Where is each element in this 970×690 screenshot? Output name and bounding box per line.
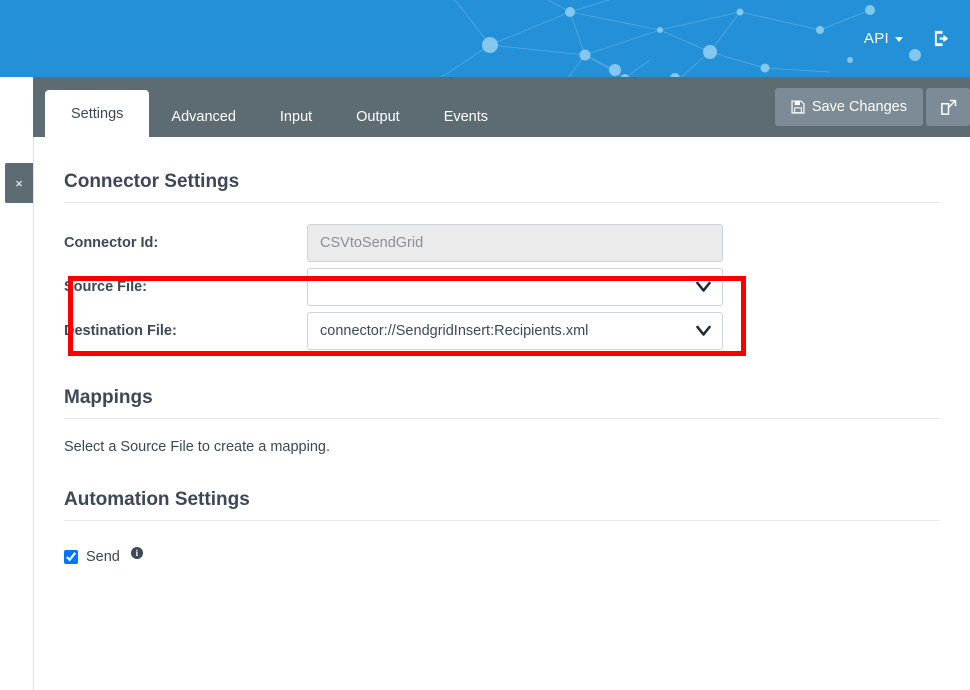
source-file-select[interactable] — [307, 268, 723, 306]
connector-id-label: Connector Id: — [64, 235, 159, 251]
destination-file-select[interactable] — [307, 312, 723, 350]
tab-settings-label: Settings — [71, 105, 124, 122]
tab-strip: Settings Advanced Input Output Events Sa… — [33, 77, 970, 137]
mappings-empty-text: Select a Source File to create a mapping… — [64, 439, 330, 455]
destination-file-field-wrap[interactable] — [307, 312, 723, 350]
tab-events-label: Events — [443, 108, 489, 125]
connector-settings-heading: Connector Settings — [64, 171, 240, 192]
automation-send-row: Send i — [64, 547, 940, 566]
tab-events[interactable]: Events — [422, 96, 510, 137]
form-row-connector-id: Connector Id: — [64, 221, 940, 265]
app-banner: API — [0, 0, 970, 77]
section-divider — [64, 520, 940, 521]
connector-settings-page: API Settings Advanced Input Output Event… — [0, 0, 970, 690]
automation-settings-heading: Automation Settings — [64, 489, 250, 510]
mappings-heading: Mappings — [64, 387, 153, 408]
connector-settings-form: Connector Id: Source File: Destination F… — [34, 203, 970, 353]
form-row-source-file: Source File: — [64, 265, 940, 309]
tab-list: Settings Advanced Input Output Events — [33, 90, 510, 137]
api-menu-label: API — [863, 30, 889, 47]
close-panel-button[interactable]: × — [5, 163, 33, 203]
source-file-field-wrap[interactable] — [307, 268, 723, 306]
connector-id-input — [307, 224, 723, 262]
open-external-button[interactable] — [926, 88, 970, 126]
form-row-destination-file: Destination File: — [64, 309, 940, 353]
info-icon[interactable]: i — [130, 547, 143, 559]
chevron-down-icon — [895, 37, 903, 42]
external-link-icon — [940, 99, 956, 115]
destination-file-label: Destination File: — [64, 323, 177, 339]
logout-icon — [934, 30, 949, 47]
floppy-disk-icon — [791, 100, 805, 114]
connector-id-field-wrap — [307, 224, 723, 262]
banner-actions: API — [864, 0, 952, 77]
tab-output-label: Output — [356, 108, 400, 125]
logout-button[interactable] — [933, 29, 952, 48]
tab-advanced-label: Advanced — [171, 108, 236, 125]
section-divider — [64, 418, 940, 419]
send-checkbox[interactable] — [64, 549, 78, 564]
save-changes-label: Save Changes — [811, 99, 907, 115]
source-file-label: Source File: — [64, 279, 147, 295]
tab-output[interactable]: Output — [334, 96, 422, 137]
api-menu-button[interactable]: API — [864, 30, 903, 47]
tab-advanced[interactable]: Advanced — [149, 96, 258, 137]
tab-input-label: Input — [279, 108, 313, 125]
save-changes-button[interactable]: Save Changes — [774, 88, 923, 126]
send-checkbox-label: Send — [86, 548, 120, 565]
tab-actions: Save Changes — [774, 77, 970, 137]
tab-settings[interactable]: Settings — [45, 90, 150, 137]
close-icon: × — [15, 175, 23, 191]
settings-content-panel: Connector Settings Connector Id: Source … — [33, 137, 970, 690]
tab-input[interactable]: Input — [258, 96, 334, 137]
